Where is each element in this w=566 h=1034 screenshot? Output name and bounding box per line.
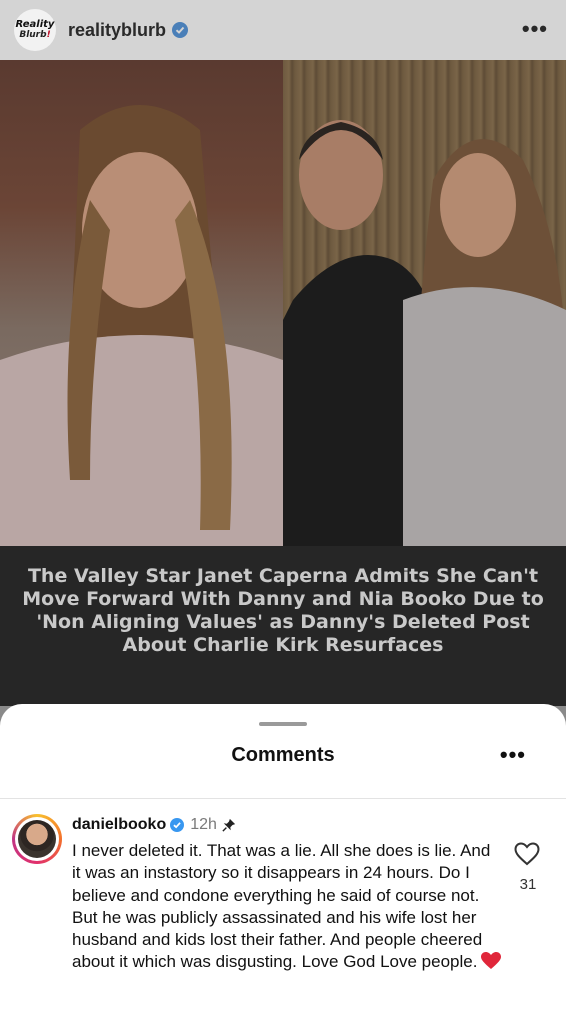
- photo-left: [0, 60, 283, 550]
- comments-more-icon[interactable]: •••: [500, 742, 526, 768]
- commenter-photo: [18, 820, 56, 858]
- post-more-icon[interactable]: •••: [522, 16, 548, 42]
- like-count: 31: [519, 876, 537, 893]
- verified-badge-icon: [172, 22, 189, 38]
- logo-line1: Reality: [15, 19, 55, 30]
- post-username[interactable]: realityblurb: [68, 20, 166, 41]
- pin-icon: [222, 818, 236, 832]
- sheet-divider: [0, 798, 566, 799]
- comment-header: danielbooko 12h: [72, 816, 236, 834]
- profile-avatar[interactable]: Reality Blurb!: [14, 9, 56, 51]
- comment-text: I never deleted it. That was a lie. All …: [72, 840, 502, 974]
- comments-title: Comments: [231, 744, 335, 766]
- photo-right: [283, 60, 566, 550]
- woman-left-illustration: [0, 105, 283, 550]
- post-image[interactable]: The Valley Star Janet Caperna Admits She…: [0, 60, 566, 720]
- logo-line2: Blurb!: [19, 30, 51, 40]
- commenter-avatar[interactable]: [12, 814, 62, 864]
- comments-sheet: Comments ••• danielbooko 12h I never del…: [0, 704, 566, 1034]
- sheet-grabber-handle[interactable]: [259, 722, 307, 726]
- verified-badge-icon: [170, 818, 185, 832]
- heart-emoji-icon: [481, 952, 502, 970]
- comment-time: 12h: [190, 816, 217, 833]
- comment-username[interactable]: danielbooko: [72, 816, 166, 834]
- post-caption: The Valley Star Janet Caperna Admits She…: [22, 565, 544, 656]
- like-heart-icon[interactable]: [514, 842, 540, 866]
- couple-right-illustration: [283, 120, 566, 550]
- post-header: Reality Blurb! realityblurb •••: [0, 0, 566, 60]
